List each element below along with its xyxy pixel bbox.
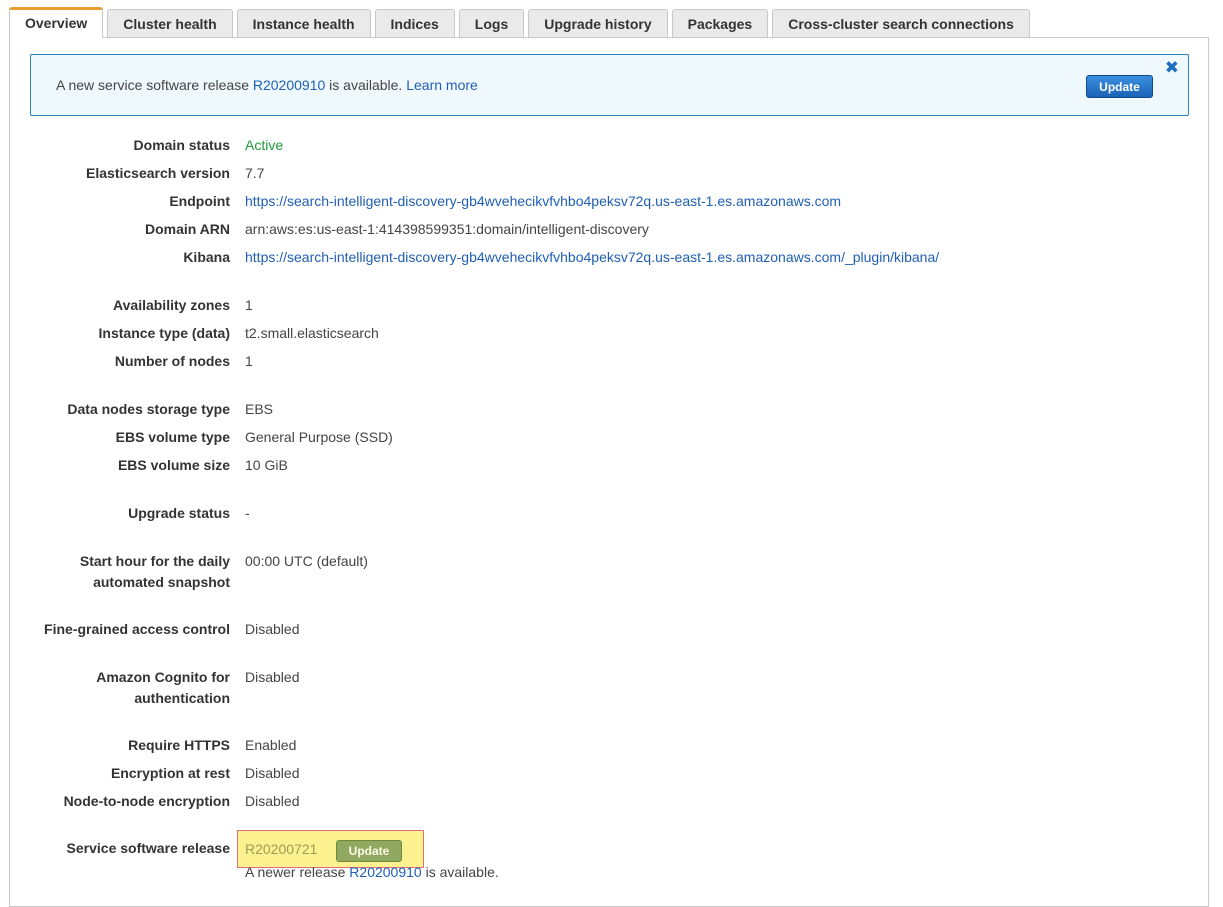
update-banner: A new service software release R20200910… xyxy=(30,54,1189,116)
newer-release-notice: A newer release R20200910 is available. xyxy=(245,864,499,880)
snapshot-hour-label: Start hour for the daily automated snaps… xyxy=(10,551,230,593)
ebs-volume-size-value: 10 GiB xyxy=(245,457,288,473)
tab-upgrade-history[interactable]: Upgrade history xyxy=(528,9,668,38)
tab-logs[interactable]: Logs xyxy=(458,9,525,38)
service-release-value: R20200721 xyxy=(245,841,318,857)
ebs-volume-size-label: EBS volume size xyxy=(117,457,230,473)
endpoint-label: Endpoint xyxy=(169,193,230,209)
fine-grained-label: Fine-grained access control xyxy=(44,621,230,637)
endpoint-link[interactable]: https://search-intelligent-discovery-gb4… xyxy=(245,191,841,212)
node-to-node-label: Node-to-node encryption xyxy=(63,793,230,809)
fine-grained-value: Disabled xyxy=(245,621,300,637)
tab-cross-cluster-search[interactable]: Cross-cluster search connections xyxy=(772,9,1030,38)
newer-release-before: A newer release xyxy=(245,864,350,880)
upgrade-status-label: Upgrade status xyxy=(128,505,230,521)
storage-type-value: EBS xyxy=(245,401,274,417)
domain-arn-value: arn:aws:es:us-east-1:414398599351:domain… xyxy=(245,221,649,237)
banner-update-button[interactable]: Update xyxy=(1086,75,1153,98)
snapshot-hour-label-line2: automated snapshot xyxy=(93,574,230,590)
ebs-volume-type-value: General Purpose (SSD) xyxy=(245,429,393,445)
availability-zones-value: 1 xyxy=(245,297,253,313)
learn-more-link[interactable]: Learn more xyxy=(406,77,478,93)
banner-message: A new service software release R20200910… xyxy=(56,77,478,93)
tab-cluster-health[interactable]: Cluster health xyxy=(107,9,233,38)
newer-release-after: is available. xyxy=(421,864,499,880)
es-version-label: Elasticsearch version xyxy=(86,165,230,181)
snapshot-hour-label-line1: Start hour for the daily xyxy=(79,553,230,569)
cognito-label: Amazon Cognito for authentication xyxy=(10,667,230,709)
instance-type-value: t2.small.elasticsearch xyxy=(245,325,379,341)
service-release-label: Service software release xyxy=(66,840,230,856)
encryption-at-rest-value: Disabled xyxy=(245,765,300,781)
snapshot-hour-value: 00:00 UTC (default) xyxy=(245,553,368,569)
service-release-highlight: R20200721 Update xyxy=(237,830,424,868)
banner-text-before: A new service software release xyxy=(56,77,253,93)
cognito-label-line2: authentication xyxy=(134,690,230,706)
domain-status-value: Active xyxy=(245,137,284,153)
storage-type-label: Data nodes storage type xyxy=(67,401,230,417)
tab-overview[interactable]: Overview xyxy=(9,7,104,38)
service-release-update-button[interactable]: Update xyxy=(336,840,402,862)
ebs-volume-type-label: EBS volume type xyxy=(115,429,230,445)
number-of-nodes-value: 1 xyxy=(245,353,253,369)
cognito-label-line1: Amazon Cognito for xyxy=(96,669,230,685)
upgrade-status-value: - xyxy=(245,505,250,521)
banner-release-link[interactable]: R20200910 xyxy=(253,77,325,93)
kibana-label: Kibana xyxy=(183,249,230,265)
tab-packages[interactable]: Packages xyxy=(671,9,769,38)
domain-arn-label: Domain ARN xyxy=(144,221,230,237)
instance-type-label: Instance type (data) xyxy=(98,325,230,341)
banner-text-after: is available. xyxy=(325,77,407,93)
tab-indices[interactable]: Indices xyxy=(374,9,455,38)
kibana-link[interactable]: https://search-intelligent-discovery-gb4… xyxy=(245,247,939,268)
require-https-label: Require HTTPS xyxy=(128,737,230,753)
require-https-value: Enabled xyxy=(245,737,297,753)
cognito-value: Disabled xyxy=(245,669,300,685)
newer-release-link[interactable]: R20200910 xyxy=(349,864,421,880)
encryption-at-rest-label: Encryption at rest xyxy=(110,765,230,781)
tab-instance-health[interactable]: Instance health xyxy=(236,9,371,38)
number-of-nodes-label: Number of nodes xyxy=(114,353,230,369)
availability-zones-label: Availability zones xyxy=(113,297,230,313)
node-to-node-value: Disabled xyxy=(245,793,300,809)
close-icon[interactable]: ✖ xyxy=(1165,59,1179,77)
tab-bar: Overview Cluster health Instance health … xyxy=(9,7,1034,38)
overview-panel: A new service software release R20200910… xyxy=(9,37,1209,907)
es-version-value: 7.7 xyxy=(245,165,265,181)
domain-status-label: Domain status xyxy=(133,137,230,153)
